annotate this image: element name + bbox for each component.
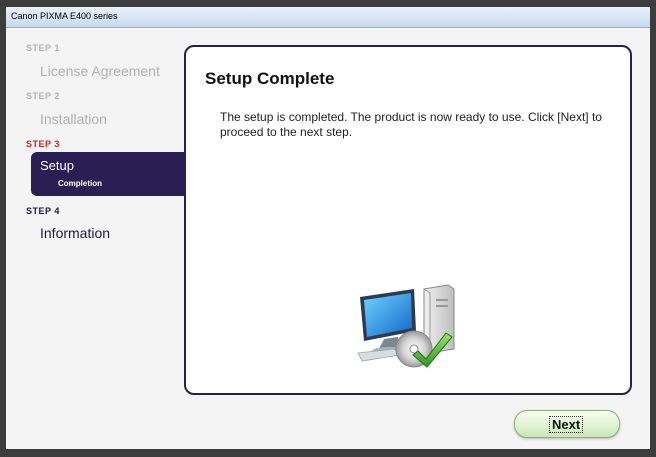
step-3-name: Setup: [40, 158, 74, 173]
step-3-label: STEP 3: [26, 139, 60, 149]
step-3-subname: Completion: [58, 179, 102, 188]
panel-message: The setup is completed. The product is n…: [220, 110, 602, 139]
content-panel: Setup Complete The setup is completed. T…: [184, 45, 632, 395]
window-title: Canon PIXMA E400 series: [11, 11, 118, 21]
step-1-label: STEP 1: [26, 43, 60, 53]
computer-with-cd-checkmark-icon: [357, 284, 455, 368]
step-2-label: STEP 2: [26, 91, 60, 101]
window-client-area: STEP 1 License Agreement STEP 2 Installa…: [6, 28, 650, 449]
next-button[interactable]: Next: [514, 410, 620, 438]
step-4-label: STEP 4: [26, 206, 60, 216]
current-step-block: Setup Completion: [31, 152, 186, 196]
installer-window: Canon PIXMA E400 series STEP 1 License A…: [0, 0, 656, 457]
next-button-label: Next: [549, 416, 584, 433]
step-2-name: Installation: [40, 111, 107, 127]
step-1-name: License Agreement: [40, 63, 160, 79]
title-bar: Canon PIXMA E400 series: [6, 7, 650, 28]
page-title: Setup Complete: [205, 69, 335, 88]
step-4-name: Information: [40, 225, 111, 241]
